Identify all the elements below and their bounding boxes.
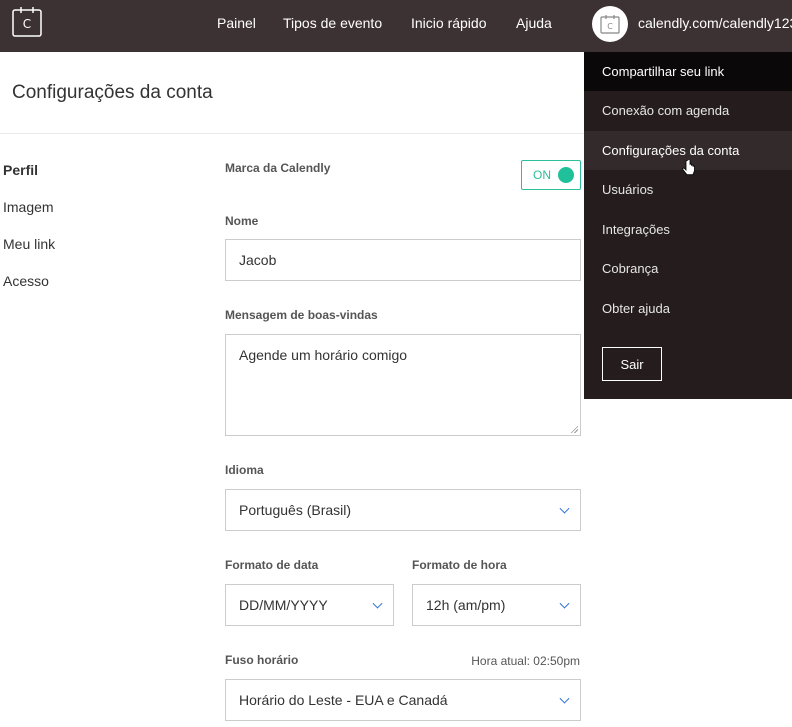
menu-item-get-help[interactable]: Obter ajuda: [584, 289, 792, 328]
date-format-select[interactable]: DD/MM/YYYY: [225, 584, 394, 626]
name-field[interactable]: Jacob: [225, 239, 581, 281]
nav-quick-start[interactable]: Inicio rápido: [411, 15, 487, 31]
svg-text:C: C: [607, 22, 613, 31]
page-title: Configurações da conta: [12, 82, 213, 103]
chevron-down-icon: [559, 598, 570, 609]
date-format-value: DD/MM/YYYY: [239, 597, 328, 613]
name-label: Nome: [225, 214, 259, 228]
sidebar-item-my-link[interactable]: Meu link: [3, 236, 55, 252]
sidebar-item-profile[interactable]: Perfil: [3, 162, 38, 178]
toggle-knob: [558, 167, 574, 183]
nav-event-types[interactable]: Tipos de evento: [283, 15, 382, 31]
chevron-down-icon: [372, 598, 383, 609]
current-time: Hora atual: 02:50pm: [471, 654, 580, 668]
nav-help[interactable]: Ajuda: [516, 15, 552, 31]
branding-label: Marca da Calendly: [225, 161, 331, 175]
welcome-label: Mensagem de boas-vindas: [225, 308, 378, 322]
menu-item-billing[interactable]: Cobrança: [584, 249, 792, 288]
language-value: Português (Brasil): [239, 502, 352, 518]
sidebar-item-access[interactable]: Acesso: [3, 273, 49, 289]
welcome-message-textarea[interactable]: Agende um horário comigo: [225, 334, 581, 436]
resize-handle-icon[interactable]: [570, 425, 578, 433]
toggle-state: ON: [533, 168, 551, 182]
sidebar-item-image[interactable]: Imagem: [3, 199, 54, 215]
timezone-select[interactable]: Horário do Leste - EUA e Canadá: [225, 679, 581, 721]
chevron-down-icon: [559, 693, 570, 704]
logout-button[interactable]: Sair: [602, 347, 662, 381]
calendar-icon: C: [600, 15, 620, 34]
language-select[interactable]: Português (Brasil): [225, 489, 581, 531]
chevron-down-icon: [559, 503, 570, 514]
top-nav-bar: C Painel Tipos de evento Inicio rápido A…: [0, 0, 792, 52]
hand-cursor-icon: [682, 160, 695, 176]
time-format-label: Formato de hora: [412, 558, 507, 572]
menu-item-share-link[interactable]: Compartilhar seu link: [584, 52, 792, 91]
language-label: Idioma: [225, 463, 264, 477]
account-menu-button[interactable]: calendly.com/calendly123: [638, 15, 792, 31]
branding-toggle[interactable]: ON: [521, 160, 581, 190]
svg-text:C: C: [23, 17, 31, 31]
time-format-value: 12h (am/pm): [426, 597, 506, 613]
name-value: Jacob: [239, 252, 277, 268]
menu-item-calendar-connection[interactable]: Conexão com agenda: [584, 91, 792, 130]
divider: [0, 133, 584, 134]
timezone-value: Horário do Leste - EUA e Canadá: [239, 692, 448, 708]
avatar[interactable]: C: [592, 6, 628, 42]
time-format-select[interactable]: 12h (am/pm): [412, 584, 581, 626]
calendly-logo-icon[interactable]: C: [12, 7, 42, 37]
account-dropdown-menu: Compartilhar seu link Conexão com agenda…: [584, 52, 792, 399]
timezone-label: Fuso horário: [225, 653, 299, 667]
menu-item-integrations[interactable]: Integrações: [584, 210, 792, 249]
date-format-label: Formato de data: [225, 558, 319, 572]
welcome-value: Agende um horário comigo: [239, 347, 408, 363]
nav-painel[interactable]: Painel: [217, 15, 256, 31]
